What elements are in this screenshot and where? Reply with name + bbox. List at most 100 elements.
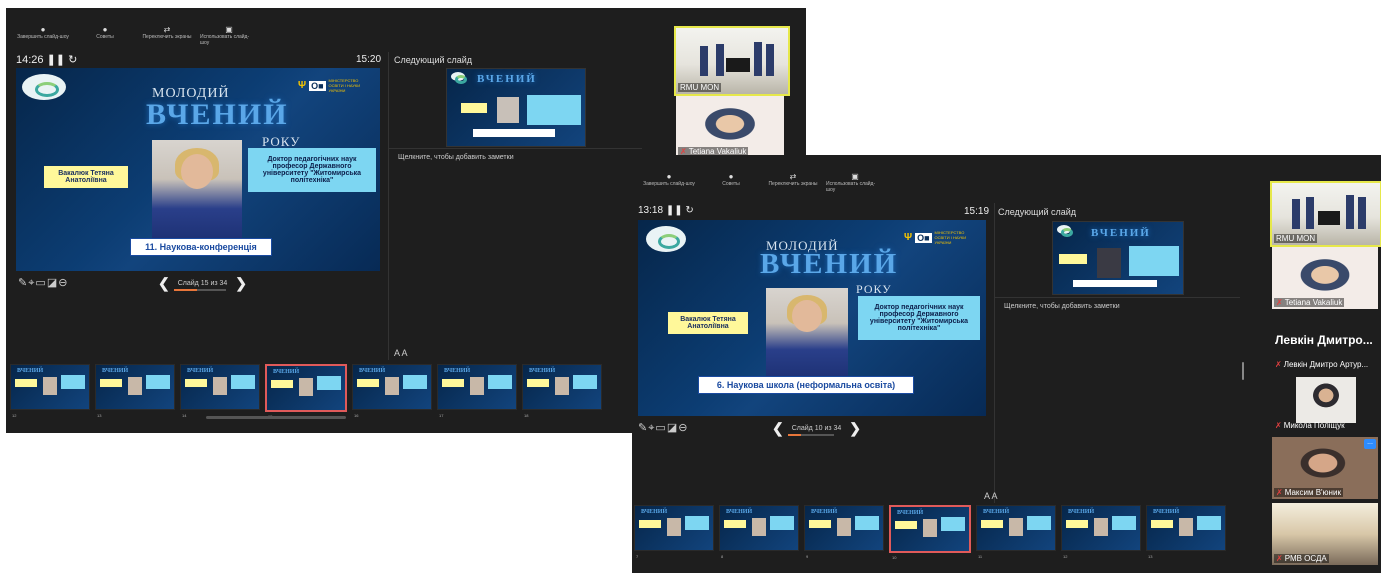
pause-icon[interactable]: ❚❚ (666, 205, 683, 216)
muted-mic-icon: ✗ (1276, 554, 1283, 563)
participant-name: ✗ Микола Поліщук (1275, 421, 1345, 430)
slide-thumbnail[interactable]: ВЧЕНИЙ 13 (95, 364, 175, 418)
hide-screen-icon[interactable]: ◪ (47, 277, 58, 289)
thumb-title: ВЧЕНИЙ (359, 368, 386, 374)
stop-icon: ● (666, 172, 672, 181)
slide-thumbnail[interactable]: ВЧЕНИЙ 7 (634, 505, 714, 559)
end-slideshow-button[interactable]: ● Завершить слайд-шоу (14, 8, 72, 52)
mon-mark: O■ (309, 80, 326, 91)
next-slide-button[interactable]: ❯ (849, 420, 861, 437)
pen-tools: ✎⌖▭◪⊖ (18, 276, 68, 290)
thumbnail-strip-1: ВЧЕНИЙ 12 ВЧЕНИЙ13 ВЧЕНИЙ 14 ВЧЕНИЙ15ВЧЕНИЙ16… (10, 364, 602, 419)
prev-slide-button[interactable]: ❮ (772, 420, 784, 437)
thumb-title: ВЧЕНИЙ (726, 509, 753, 515)
slide-thumbnail[interactable]: ВЧЕНИЙ 12 (10, 364, 90, 418)
slide-thumbnail[interactable]: ВЧЕНИЙ 8 (719, 505, 799, 559)
slide-thumbnail[interactable]: ВЧЕНИЙ 13 (1146, 505, 1226, 559)
pane-divider[interactable] (994, 203, 995, 503)
pause-icon[interactable]: ❚❚ (47, 54, 65, 66)
slide-thumbnail[interactable]: ВЧЕНИЙ15 (265, 364, 347, 419)
next-slide-preview[interactable]: ВЧЕНИЙ (446, 68, 586, 147)
slide-title-main: ВЧЕНИЙ (146, 98, 289, 131)
use-slideshow-button[interactable]: ▣ Использовать слайд-шоу (200, 8, 258, 52)
slide-thumbnail[interactable]: ВЧЕНИЙ 10 (889, 505, 971, 560)
clock: 15:20 (356, 54, 382, 65)
notes-divider (388, 148, 642, 149)
slide-title-bottom: РОКУ (856, 282, 892, 296)
captions-icon[interactable]: ▭ (35, 277, 46, 289)
more-icon[interactable]: ⊖ (678, 422, 688, 434)
slide-thumbnail[interactable]: ВЧЕНИЙ 12 (1061, 505, 1141, 559)
captions-icon[interactable]: ▭ (655, 422, 666, 434)
thumb-title: ВЧЕНИЙ (17, 368, 44, 374)
video-tile-tetiana[interactable]: ✗ Tetiana Vakaliuk (676, 96, 784, 158)
thumb-number: 11 (978, 554, 983, 559)
more-icon[interactable]: ⊖ (58, 277, 68, 289)
pen-icon[interactable]: ✎ (638, 422, 648, 434)
swap-screens-button[interactable]: ⇄ Переключить экраны (138, 8, 196, 52)
thumb-title: ВЧЕНИЙ (983, 509, 1010, 515)
thumb-title: ВЧЕНИЙ (187, 368, 214, 374)
participant-name: ✗ Левкін Дмитро Артур... (1275, 360, 1369, 369)
elapsed-timer: 13:18 ❚❚ ↻ (638, 205, 694, 216)
next-name-box (461, 103, 487, 113)
slide-thumbnail[interactable]: ВЧЕНИЙ 14 (180, 364, 260, 418)
next-degree-box (527, 95, 581, 125)
more-options-button[interactable]: ... (1364, 439, 1376, 449)
thumb-number: 18 (524, 413, 529, 418)
video-tile-rmu-mon[interactable]: RMU MON (674, 26, 790, 96)
slide-banner: 11. Наукова-конференція (130, 238, 272, 256)
font-size-icon[interactable]: A A (394, 348, 408, 358)
tips-button[interactable]: ● Советы (702, 155, 760, 199)
speaker-name-box: Вакалюк Тетяна Анатоліївна (668, 312, 748, 334)
pen-icon[interactable]: ✎ (18, 277, 28, 289)
next-slide-preview[interactable]: ВЧЕНИЙ (1052, 221, 1184, 295)
notes-scrollbar[interactable] (1242, 362, 1244, 380)
video-tile-maksym[interactable]: ✗ Максим В'юник (1272, 437, 1378, 499)
slide-thumbnail[interactable]: ВЧЕНИЙ 11 (976, 505, 1056, 559)
thumbnail-scrollbar[interactable] (206, 416, 346, 419)
notes-area[interactable]: Щелкните, чтобы добавить заметки (398, 154, 514, 161)
next-slide-button[interactable]: ❯ (235, 275, 247, 292)
next-speaker-photo (497, 97, 519, 123)
thumb-number: 12 (12, 413, 17, 418)
thumb-title: ВЧЕНИЙ (529, 368, 556, 374)
trident-icon: Ψ (298, 80, 307, 91)
notes-area[interactable]: Щелкните, чтобы добавить заметки (1004, 303, 1120, 310)
slide-thumbnail[interactable]: ВЧЕНИЙ 17 (437, 364, 517, 418)
font-size-icon[interactable]: A A (984, 491, 998, 501)
conference-logo (646, 226, 686, 252)
thumb-number: 17 (439, 413, 444, 418)
slide-thumbnail[interactable]: ВЧЕНИЙ 16 (352, 364, 432, 418)
participant-name-tile: Левкін Дмитро... (1275, 333, 1373, 347)
participant-name: RMU MON (1274, 234, 1318, 243)
participant-name: ✗ РМВ ОСДА (1274, 554, 1329, 563)
swap-icon: ⇄ (789, 172, 797, 181)
slide-thumbnail[interactable]: ВЧЕНИЙ 9 (804, 505, 884, 559)
video-tile-rmu-mon[interactable]: RMU MON (1270, 181, 1381, 247)
next-banner (1073, 280, 1157, 287)
slide-counter: Слайд 15 из 34 (177, 280, 228, 287)
end-slideshow-button[interactable]: ● Завершить слайд-шоу (640, 155, 698, 199)
thumb-number: 14 (182, 413, 187, 418)
stop-icon: ● (40, 25, 46, 34)
video-tile-rmv-osda[interactable]: ✗ РМВ ОСДА (1272, 503, 1378, 565)
thumb-number: 10 (892, 555, 897, 560)
slide-progress (174, 289, 226, 291)
conference-logo (451, 72, 467, 84)
prev-slide-button[interactable]: ❮ (158, 275, 170, 292)
video-tile-mykola[interactable] (1296, 377, 1356, 423)
thumb-title: ВЧЕНИЙ (273, 369, 300, 375)
video-tile-tetiana[interactable]: ✗ Tetiana Vakaliuk (1272, 247, 1378, 309)
thumb-title: ВЧЕНИЙ (641, 509, 668, 515)
slide-thumbnail[interactable]: ВЧЕНИЙ 18 (522, 364, 602, 418)
reset-icon[interactable]: ↻ (68, 54, 77, 66)
swap-screens-button[interactable]: ⇄ Переключить экраны (764, 155, 822, 199)
muted-mic-icon: ✗ (1275, 360, 1282, 369)
pane-divider[interactable] (388, 52, 389, 360)
use-slideshow-button[interactable]: ▣ Использовать слайд-шоу (826, 155, 884, 199)
next-speaker-photo (1097, 248, 1121, 278)
tips-button[interactable]: ● Советы (76, 8, 134, 52)
hide-screen-icon[interactable]: ◪ (667, 422, 678, 434)
reset-icon[interactable]: ↻ (685, 205, 693, 216)
